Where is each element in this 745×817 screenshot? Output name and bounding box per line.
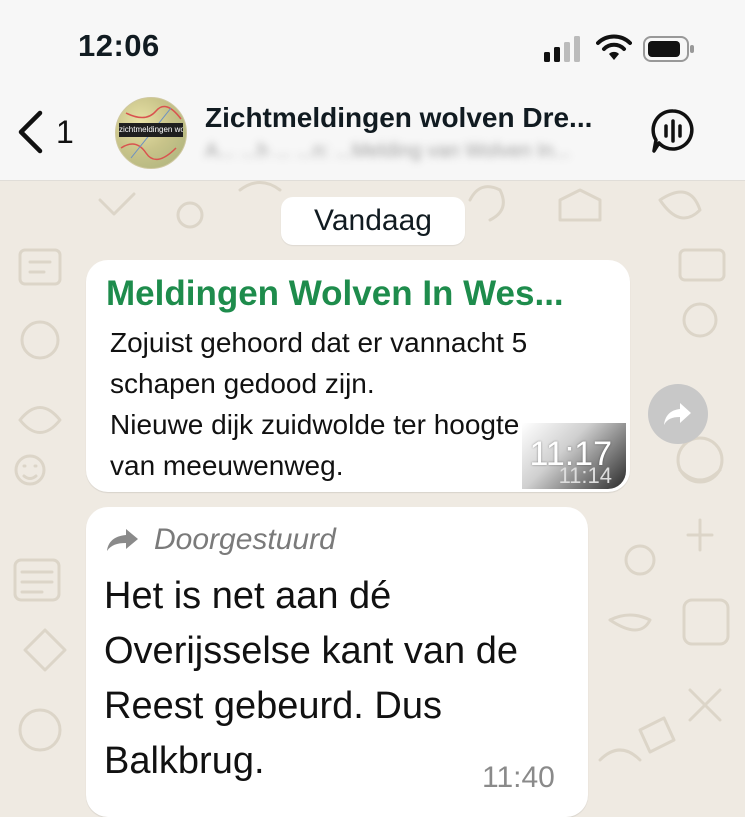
- status-time: 12:06: [78, 28, 160, 63]
- group-avatar[interactable]: zichtmeldingen wolf: [115, 97, 187, 169]
- chat-title[interactable]: Zichtmeldingen wolven Dre...: [205, 102, 635, 134]
- message-bubble[interactable]: Doorgestuurd Het is net aan dé Overijsse…: [86, 507, 588, 817]
- back-button[interactable]: 1: [16, 104, 96, 160]
- forwarded-label: Doorgestuurd: [154, 523, 336, 556]
- message-line: Reest gebeurd. Dus: [104, 685, 442, 727]
- message-line: Zojuist gehoord dat er vannacht 5: [110, 327, 528, 358]
- battery-icon: [643, 36, 694, 62]
- chat-header: 1 zichtmeldingen wolf Zichtmeldingen wol…: [0, 88, 745, 181]
- back-chevron-icon: [18, 110, 43, 154]
- message-timestamp-overlay: 11:17 11:14: [522, 423, 626, 489]
- voice-chat-icon: [651, 109, 694, 153]
- wifi-icon: [596, 34, 632, 60]
- message-bubble[interactable]: Meldingen Wolven In Wes... Zojuist gehoo…: [86, 260, 630, 492]
- unread-count: 1: [56, 113, 74, 150]
- date-label: Vandaag: [314, 204, 432, 237]
- chat-subtitle: A... ...h ... ...n: ...Melding van Wolve…: [205, 140, 571, 162]
- message-time-original: 11:14: [558, 463, 612, 488]
- forwarded-indicator: Doorgestuurd: [106, 523, 336, 557]
- forward-icon: [664, 403, 691, 425]
- signal-icon: [544, 36, 580, 62]
- status-bar: 12:06: [0, 0, 745, 100]
- sender-name[interactable]: Meldingen Wolven In Wes...: [106, 274, 564, 314]
- message-line: Het is net aan dé: [104, 575, 392, 617]
- avatar-label: zichtmeldingen wolf: [119, 123, 183, 137]
- forward-button[interactable]: [648, 384, 708, 444]
- message-line: schapen gedood zijn.: [110, 368, 375, 399]
- date-separator: Vandaag: [281, 197, 465, 245]
- message-line: Overijsselse kant van de: [104, 630, 518, 672]
- message-text: Het is net aan dé Overijsselse kant van …: [104, 569, 584, 789]
- voice-chat-button[interactable]: [650, 108, 696, 161]
- message-time: 11:40: [482, 761, 555, 794]
- forwarded-arrow-icon: [107, 529, 138, 551]
